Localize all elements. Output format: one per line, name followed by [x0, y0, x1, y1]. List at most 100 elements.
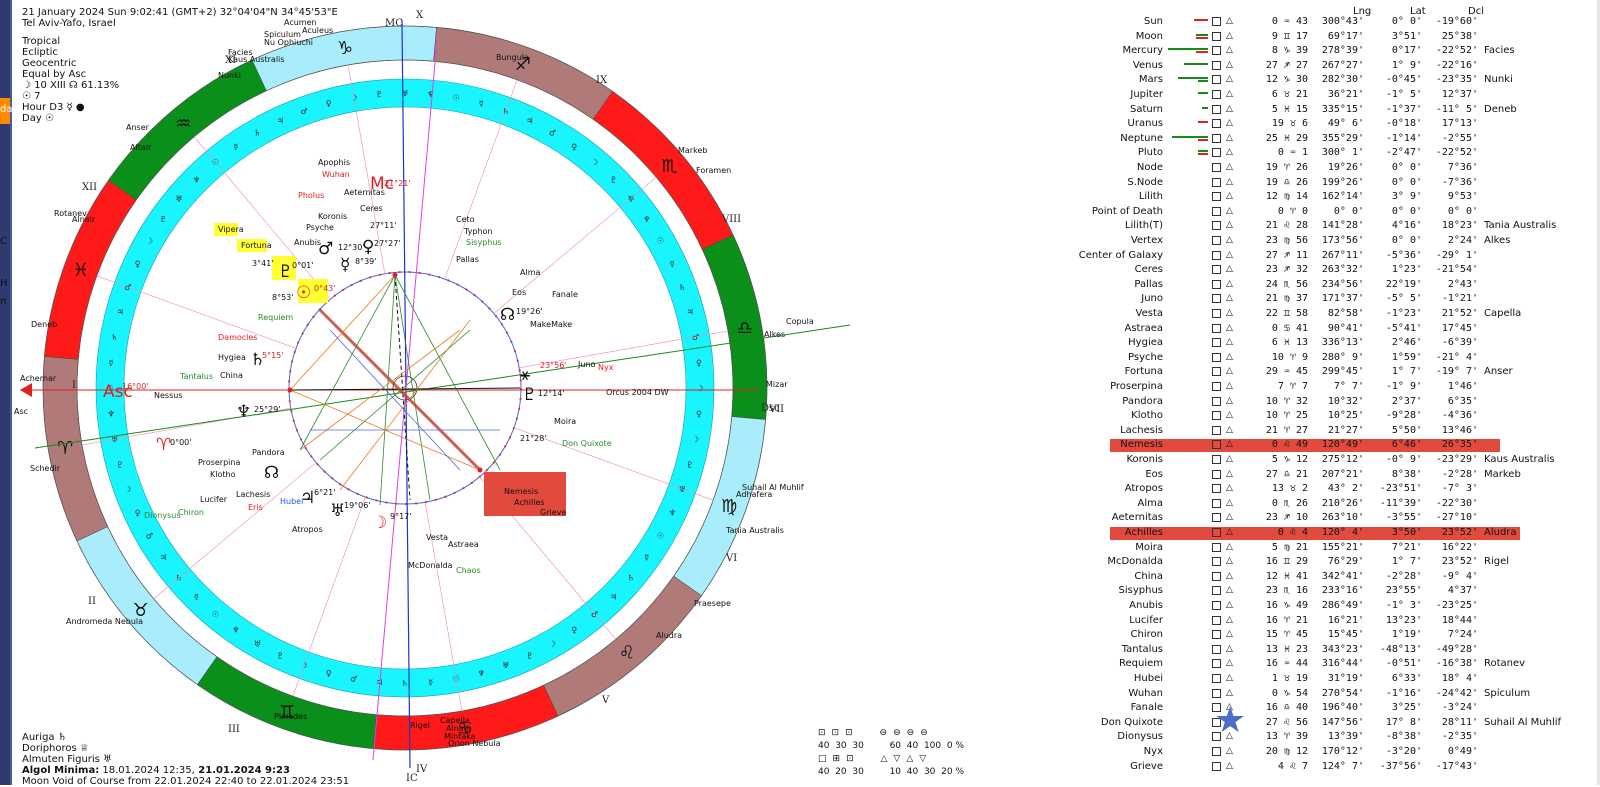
table-row[interactable]: Uranus △ 19 ♉ 6 49° 6' -0°18' 17°13' [1090, 118, 1595, 132]
pisces-icon: ♓ [73, 260, 89, 281]
table-row[interactable]: Hygiea △ 6 ♓ 13 336°13' 2°46' -6°39' [1090, 337, 1595, 351]
table-row[interactable]: Moon △ 9 ♊ 17 69°17' 3°51' 25°38' [1090, 31, 1595, 45]
table-row[interactable]: Center of Galaxy △ 27 ♐ 11 267°11' -5°36' -29… [1079, 250, 1595, 264]
table-row[interactable]: Requiem △ 16 ♒ 44 316°44' -0°51' -16°38' Rotan… [1090, 658, 1595, 672]
star-label-requiem: Requiem [258, 313, 293, 322]
table-row[interactable]: Mercury △ 8 ♑ 39 278°39' 0°17' -22°52' Facies [1090, 45, 1595, 59]
table-row[interactable]: Fortuna △ 29 ♒ 45 299°45' 1° 7' -19° 7' Anser [1090, 366, 1595, 380]
table-row[interactable]: Pallas △ 24 ♏ 56 234°56' 22°19' 2°43' [1090, 279, 1595, 293]
orb-controls-row2[interactable]: □ ⊞ ⊡ △ ▽ △ ▽ [818, 754, 926, 764]
table-row[interactable]: Eos △ 27 ♎ 21 207°21' 8°38' -2°28' Markeb [1090, 469, 1595, 483]
table-row[interactable]: Pandora △ 10 ♈ 32 10°32' 2°37' 6°35' [1090, 396, 1595, 410]
table-row[interactable]: Moira △ 5 ♍ 21 155°21' 7°21' 16°22' [1090, 542, 1595, 556]
orb-controls-row1[interactable]: ⊡ ⊡ ⊡ ⊖ ⊖ ⊖ ⊖ [818, 728, 928, 738]
strength-bar [1196, 51, 1208, 54]
orb-values-row1[interactable]: 40 30 30 60 40 100 0 % [818, 741, 964, 751]
latitude-value: -2°47' [1385, 147, 1422, 159]
table-row[interactable]: Koronis △ 5 ♑ 12 275°12' -0° 9' -23°29' Kaus A… [1090, 454, 1595, 468]
star-label-mcdonalda: McDonalda [408, 561, 453, 570]
table-row[interactable]: Pluto △ 0 ♒ 1 300° 1' -2°47' -22°52' [1090, 147, 1595, 161]
table-row[interactable]: Nemesis △ 0 ♌ 49 120°49' 6°46' 26°35' [1090, 439, 1595, 453]
table-row[interactable]: McDonalda △ 16 ♊ 29 76°29' 1° 7' 23°52' Rigel [1090, 556, 1595, 570]
table-row[interactable]: S.Node △ 19 ♎ 26 199°26' 0° 0' -7°36' [1090, 177, 1595, 191]
table-row[interactable]: Lilith △ 12 ♍ 14 162°14' 3° 9' 9°53' [1090, 191, 1595, 205]
planet-name: Hygiea [1128, 337, 1163, 349]
aspect-box-icon [1212, 761, 1221, 771]
declination-value: 7°36' [1447, 162, 1478, 173]
ring-glyph-icon: ♃ [610, 593, 617, 602]
table-row[interactable]: Point of Death △ 0 ♈ 0 0° 0' 0° 0' 0° 0' [1090, 206, 1595, 220]
star-label-bungula: Bungula [496, 53, 529, 62]
triangle-icon: △ [1226, 556, 1233, 567]
triangle-icon: △ [1226, 103, 1233, 114]
sign-position: 0 ♑ 54 [1271, 687, 1308, 699]
ring-glyph-icon: ♀ [326, 99, 332, 108]
sign-position: 27 ♌ 56 [1265, 716, 1308, 728]
table-row[interactable]: Don Quixote △ 27 ♌ 56 147°56' 17° 8' 28°11' Su… [1090, 717, 1595, 731]
sign-position: 12 ♍ 14 [1265, 191, 1308, 203]
planet-name: Lucifer [1129, 614, 1163, 626]
aspect-box-icon [1212, 440, 1221, 450]
ring-glyph-icon: ☽ [549, 639, 556, 648]
table-row[interactable]: Dionysus △ 13 ♈ 39 13°39' -8°38' -2°35' [1090, 731, 1595, 745]
aries-icon: ♈ [57, 438, 73, 459]
table-row[interactable]: Node △ 19 ♈ 26 19°26' 0° 0' 7°36' [1090, 162, 1595, 176]
table-row[interactable]: Juno △ 21 ♍ 37 171°37' -5° 5' -1°21' [1090, 293, 1595, 307]
horoscope-chart[interactable]: ♓♒♑♐♏♎♍♌♋♊♉♈ ☽♀♂♃♄☿☉♆♅♇☽♀♂♃♄☿☉♆♅♇☽♀♂♃♄☿☉… [0, 0, 1090, 785]
latitude-value: 1° 7' [1391, 366, 1422, 378]
declination-value: 0°49' [1447, 746, 1478, 757]
table-row[interactable]: Vertex △ 23 ♍ 56 173°56' 0° 0' 2°24' Alkes [1090, 235, 1595, 249]
leo-icon: ♌ [619, 642, 635, 663]
table-row[interactable]: Hubei △ 1 ♉ 19 31°19' 6°33' 18° 4' [1090, 673, 1595, 687]
ring-glyph-icon: ♅ [627, 194, 634, 203]
aspect-box-icon [1212, 31, 1221, 41]
table-row[interactable]: Mars △ 12 ♑ 30 282°30' -0°45' -23°35' Nunki [1090, 74, 1595, 88]
table-row[interactable]: Chiron △ 15 ♈ 45 15°45' 1°19' 7°24' [1090, 629, 1595, 643]
table-row[interactable]: Sun △ 0 ♒ 43 300°43' 0° 0' -19°60' [1090, 16, 1595, 30]
star-label-damocles: Damocles [218, 333, 257, 342]
table-row[interactable]: Nyx △ 20 ♍ 12 170°12' -3°20' 0°49' [1090, 746, 1595, 760]
table-row[interactable]: Venus △ 27 ♐ 27 267°27' 1° 9' -22°16' [1090, 60, 1595, 74]
star-label-juno: Juno [577, 360, 596, 369]
table-row[interactable]: Ceres △ 23 ♐ 32 263°32' 1°23' -21°54' [1090, 264, 1595, 278]
latitude-value: -3°55' [1385, 512, 1422, 524]
table-row[interactable]: Jupiter △ 6 ♉ 21 36°21' -1° 5' 12°37' [1090, 89, 1595, 103]
moon-icon: ☽ [372, 513, 387, 533]
declination-value: -19° 7' [1435, 366, 1478, 378]
planet-name: Astraea [1124, 322, 1164, 334]
sign-position: 0 ♋ 41 [1271, 322, 1308, 334]
triangle-icon: △ [1226, 308, 1233, 318]
table-row[interactable]: Wuhan △ 0 ♑ 54 270°54' -1°16' -24°42' Spiculum [1090, 688, 1595, 702]
declination-value: 18°23' [1441, 220, 1478, 232]
declination-value: 26°35' [1441, 439, 1478, 451]
table-row[interactable]: Aeternitas △ 23 ♐ 10 263°10' -3°55' -27°10' [1090, 512, 1595, 526]
table-row[interactable]: Lucifer △ 16 ♈ 21 16°21' 13°23' 18°44' [1090, 615, 1595, 629]
table-row[interactable]: Fanale △ 16 ♎ 40 196°40' 3°25' -3°24' [1090, 702, 1595, 716]
table-row[interactable]: Alma △ 0 ♏ 26 210°26' -11°39' -22°30' [1090, 498, 1595, 512]
table-row[interactable]: Klotho △ 10 ♈ 25 10°25' -9°28' -4°36' [1090, 410, 1595, 424]
table-row[interactable]: Lilith(T) △ 21 ♌ 28 141°28' 4°16' 18°23' Tania… [1090, 220, 1595, 234]
table-row[interactable]: Proserpina △ 7 ♈ 7 7° 7' -1° 9' 1°46' [1090, 381, 1595, 395]
star-icon[interactable]: ★ [1214, 700, 1246, 741]
table-row[interactable]: Sisyphus △ 23 ♏ 16 233°16' 23°55' 4°37' [1090, 585, 1595, 599]
table-row[interactable]: Astraea △ 0 ♋ 41 90°41' -5°41' 17°45' [1090, 323, 1595, 337]
table-row[interactable]: Anubis △ 16 ♑ 49 286°49' -1° 3' -23°25' [1090, 600, 1595, 614]
table-row[interactable]: Neptune △ 25 ♓ 29 355°29' -1°14' -2°55' [1090, 133, 1595, 147]
table-row[interactable]: Lachesis △ 21 ♈ 27 21°27' 5°50' 13°46' [1090, 425, 1595, 439]
aspect-box-icon [1212, 206, 1221, 216]
table-row[interactable]: Achilles △ 0 ♌ 4 120° 4' 3°50' 23°52' Aludra [1090, 527, 1595, 541]
planet-name: Anubis [1129, 600, 1163, 611]
orb-values-row2[interactable]: 40 20 30 10 40 30 20 % [818, 767, 964, 777]
table-row[interactable]: Atropos △ 13 ♉ 2 43° 2' -23°51' -7° 3' [1090, 483, 1595, 497]
longitude-value: 300° 1' [1321, 147, 1364, 159]
declination-value: -19°60' [1435, 16, 1478, 27]
table-row[interactable]: Vesta △ 22 ♊ 58 82°58' -1°23' 21°52' Capella [1090, 308, 1595, 322]
star-label-chaos: Chaos [456, 566, 481, 575]
latitude-value: 3°25' [1391, 702, 1422, 714]
table-row[interactable]: Grieve △ 4 ♌ 7 124° 7' -37°56' -17°43' [1090, 761, 1595, 775]
sign-position: 15 ♈ 45 [1265, 629, 1308, 641]
table-row[interactable]: Tantalus △ 13 ♓ 23 343°23' -48°13' -49°28' [1090, 644, 1595, 658]
table-row[interactable]: China △ 12 ♓ 41 342°41' -2°28' -9° 4' [1090, 571, 1595, 585]
table-row[interactable]: Saturn △ 5 ♓ 15 335°15' -1°37' -11° 5' Deneb [1090, 104, 1595, 118]
table-row[interactable]: Psyche △ 10 ♈ 9 280° 9' 1°59' -21° 4' [1090, 352, 1595, 366]
